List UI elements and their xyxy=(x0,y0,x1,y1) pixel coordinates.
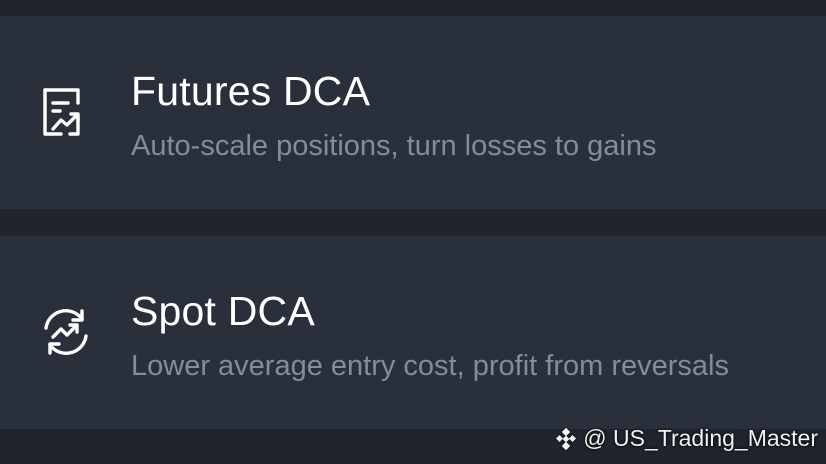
card-subtitle: Auto-scale positions, turn losses to gai… xyxy=(131,130,657,162)
card-title: Futures DCA xyxy=(131,68,371,114)
screen: Futures DCA Auto-scale positions, turn l… xyxy=(0,0,826,464)
futures-dca-card[interactable]: Futures DCA Auto-scale positions, turn l… xyxy=(0,16,826,209)
card-title: Spot DCA xyxy=(131,288,315,334)
document-chart-icon xyxy=(40,86,92,138)
spot-dca-card[interactable]: Spot DCA Lower average entry cost, profi… xyxy=(0,236,826,429)
card-subtitle: Lower average entry cost, profit from re… xyxy=(131,350,729,382)
cycle-trend-icon xyxy=(40,306,92,358)
watermark-text: @ US_Trading_Master xyxy=(583,425,818,451)
watermark: @ US_Trading_Master xyxy=(555,425,818,452)
binance-logo-icon xyxy=(555,427,577,450)
